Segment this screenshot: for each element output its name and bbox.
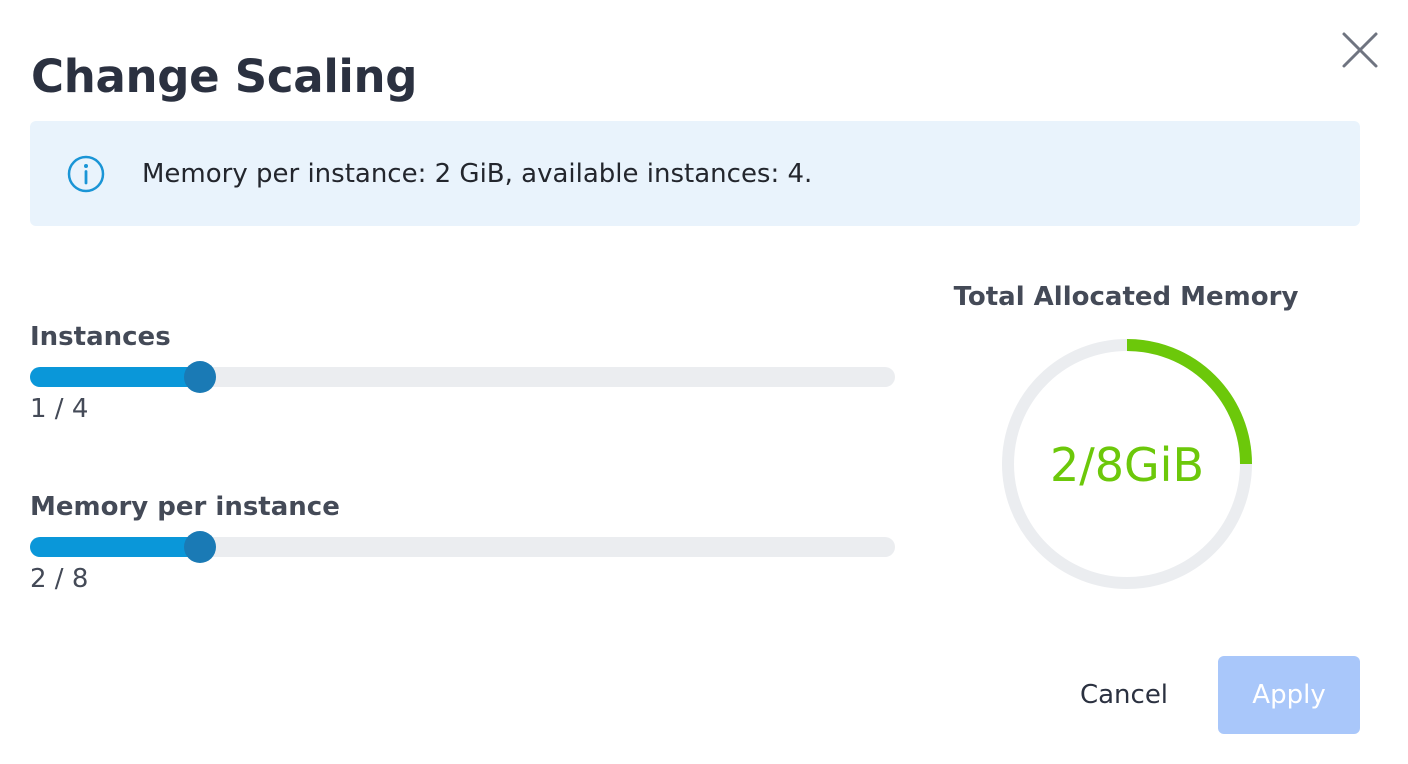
memory-per-instance-slider-thumb[interactable] [184, 531, 217, 563]
memory-per-instance-slider[interactable] [30, 531, 895, 563]
close-button[interactable] [1336, 26, 1384, 74]
cancel-button[interactable]: Cancel [1060, 656, 1188, 734]
instances-label: Instances [30, 322, 171, 352]
gauge-title: Total Allocated Memory [953, 282, 1299, 312]
instances-value: 1 / 4 [30, 394, 89, 424]
dialog-title: Change Scaling [31, 50, 418, 103]
instances-slider-thumb[interactable] [184, 361, 217, 393]
info-message: Memory per instance: 2 GiB, available in… [142, 159, 813, 189]
close-icon [1342, 32, 1378, 68]
apply-button[interactable]: Apply [1218, 656, 1360, 734]
change-scaling-dialog: Change Scaling Memory per instance: 2 Gi… [0, 0, 1408, 764]
memory-per-instance-value: 2 / 8 [30, 564, 89, 594]
info-icon [67, 155, 105, 193]
memory-per-instance-label: Memory per instance [30, 492, 340, 522]
instances-slider[interactable] [30, 361, 895, 393]
instances-slider-fill [30, 367, 201, 387]
memory-per-instance-slider-fill [30, 537, 201, 557]
info-banner: Memory per instance: 2 GiB, available in… [30, 121, 1360, 226]
gauge-value: 2/8GiB [1049, 438, 1204, 492]
